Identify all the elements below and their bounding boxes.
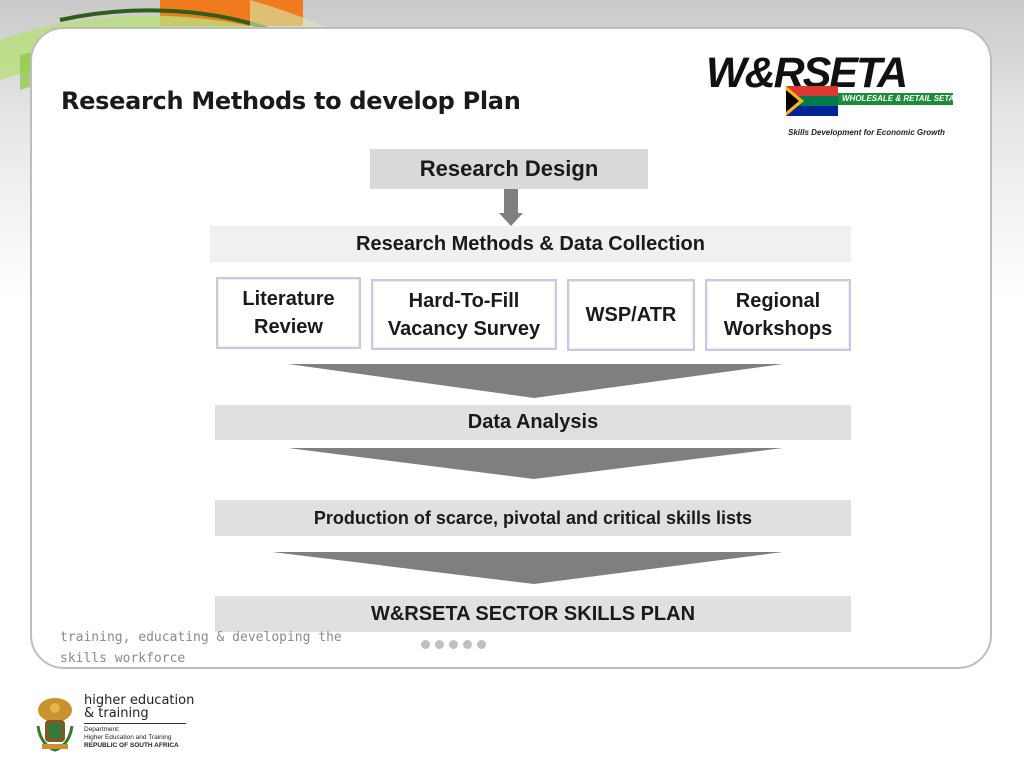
dept-small-line2: Higher Education and Training (84, 734, 172, 741)
dept-country: REPUBLIC OF SOUTH AFRICA (84, 742, 179, 749)
dot (421, 640, 430, 649)
funnel-arrow-3 (272, 552, 783, 584)
wrseta-logo: W&RSETA WHOLESALE & RETAIL SETA Skills D… (706, 48, 956, 143)
dot (463, 640, 472, 649)
dept-details: Department: Higher Education and Trainin… (84, 726, 179, 750)
dept-title: higher education & training (84, 694, 194, 720)
logo-tagline: Skills Development for Economic Growth (788, 128, 945, 137)
production-band: Production of scarce, pivotal and critic… (215, 500, 851, 536)
slide-title: Research Methods to develop Plan (61, 87, 521, 115)
research-design-box: Research Design (370, 149, 648, 189)
dept-divider (84, 723, 186, 724)
down-arrow-icon (499, 189, 523, 226)
sa-flag-icon (786, 86, 838, 116)
data-analysis-band: Data Analysis (215, 405, 851, 440)
dept-small-line1: Department: (84, 726, 120, 733)
logo-band-text: WHOLESALE & RETAIL SETA (842, 94, 955, 103)
methods-header-box: Research Methods & Data Collection (210, 226, 851, 262)
funnel-arrow-2 (288, 448, 783, 479)
dot (449, 640, 458, 649)
funnel-arrow-1 (288, 364, 783, 398)
department-logo: higher education & training Department: … (34, 692, 204, 752)
method-regional-workshops: Regional Workshops (705, 279, 851, 351)
dot (435, 640, 444, 649)
slide-dots (421, 640, 486, 649)
dept-title-line2: & training (84, 706, 149, 721)
method-wsp-atr: WSP/ATR (567, 279, 695, 351)
method-vacancy-survey: Hard-To-Fill Vacancy Survey (371, 279, 557, 350)
method-literature-review: Literature Review (216, 277, 361, 349)
coat-of-arms-icon (36, 698, 74, 752)
dot (477, 640, 486, 649)
footer-tagline: training, educating & developing the ski… (60, 630, 342, 666)
